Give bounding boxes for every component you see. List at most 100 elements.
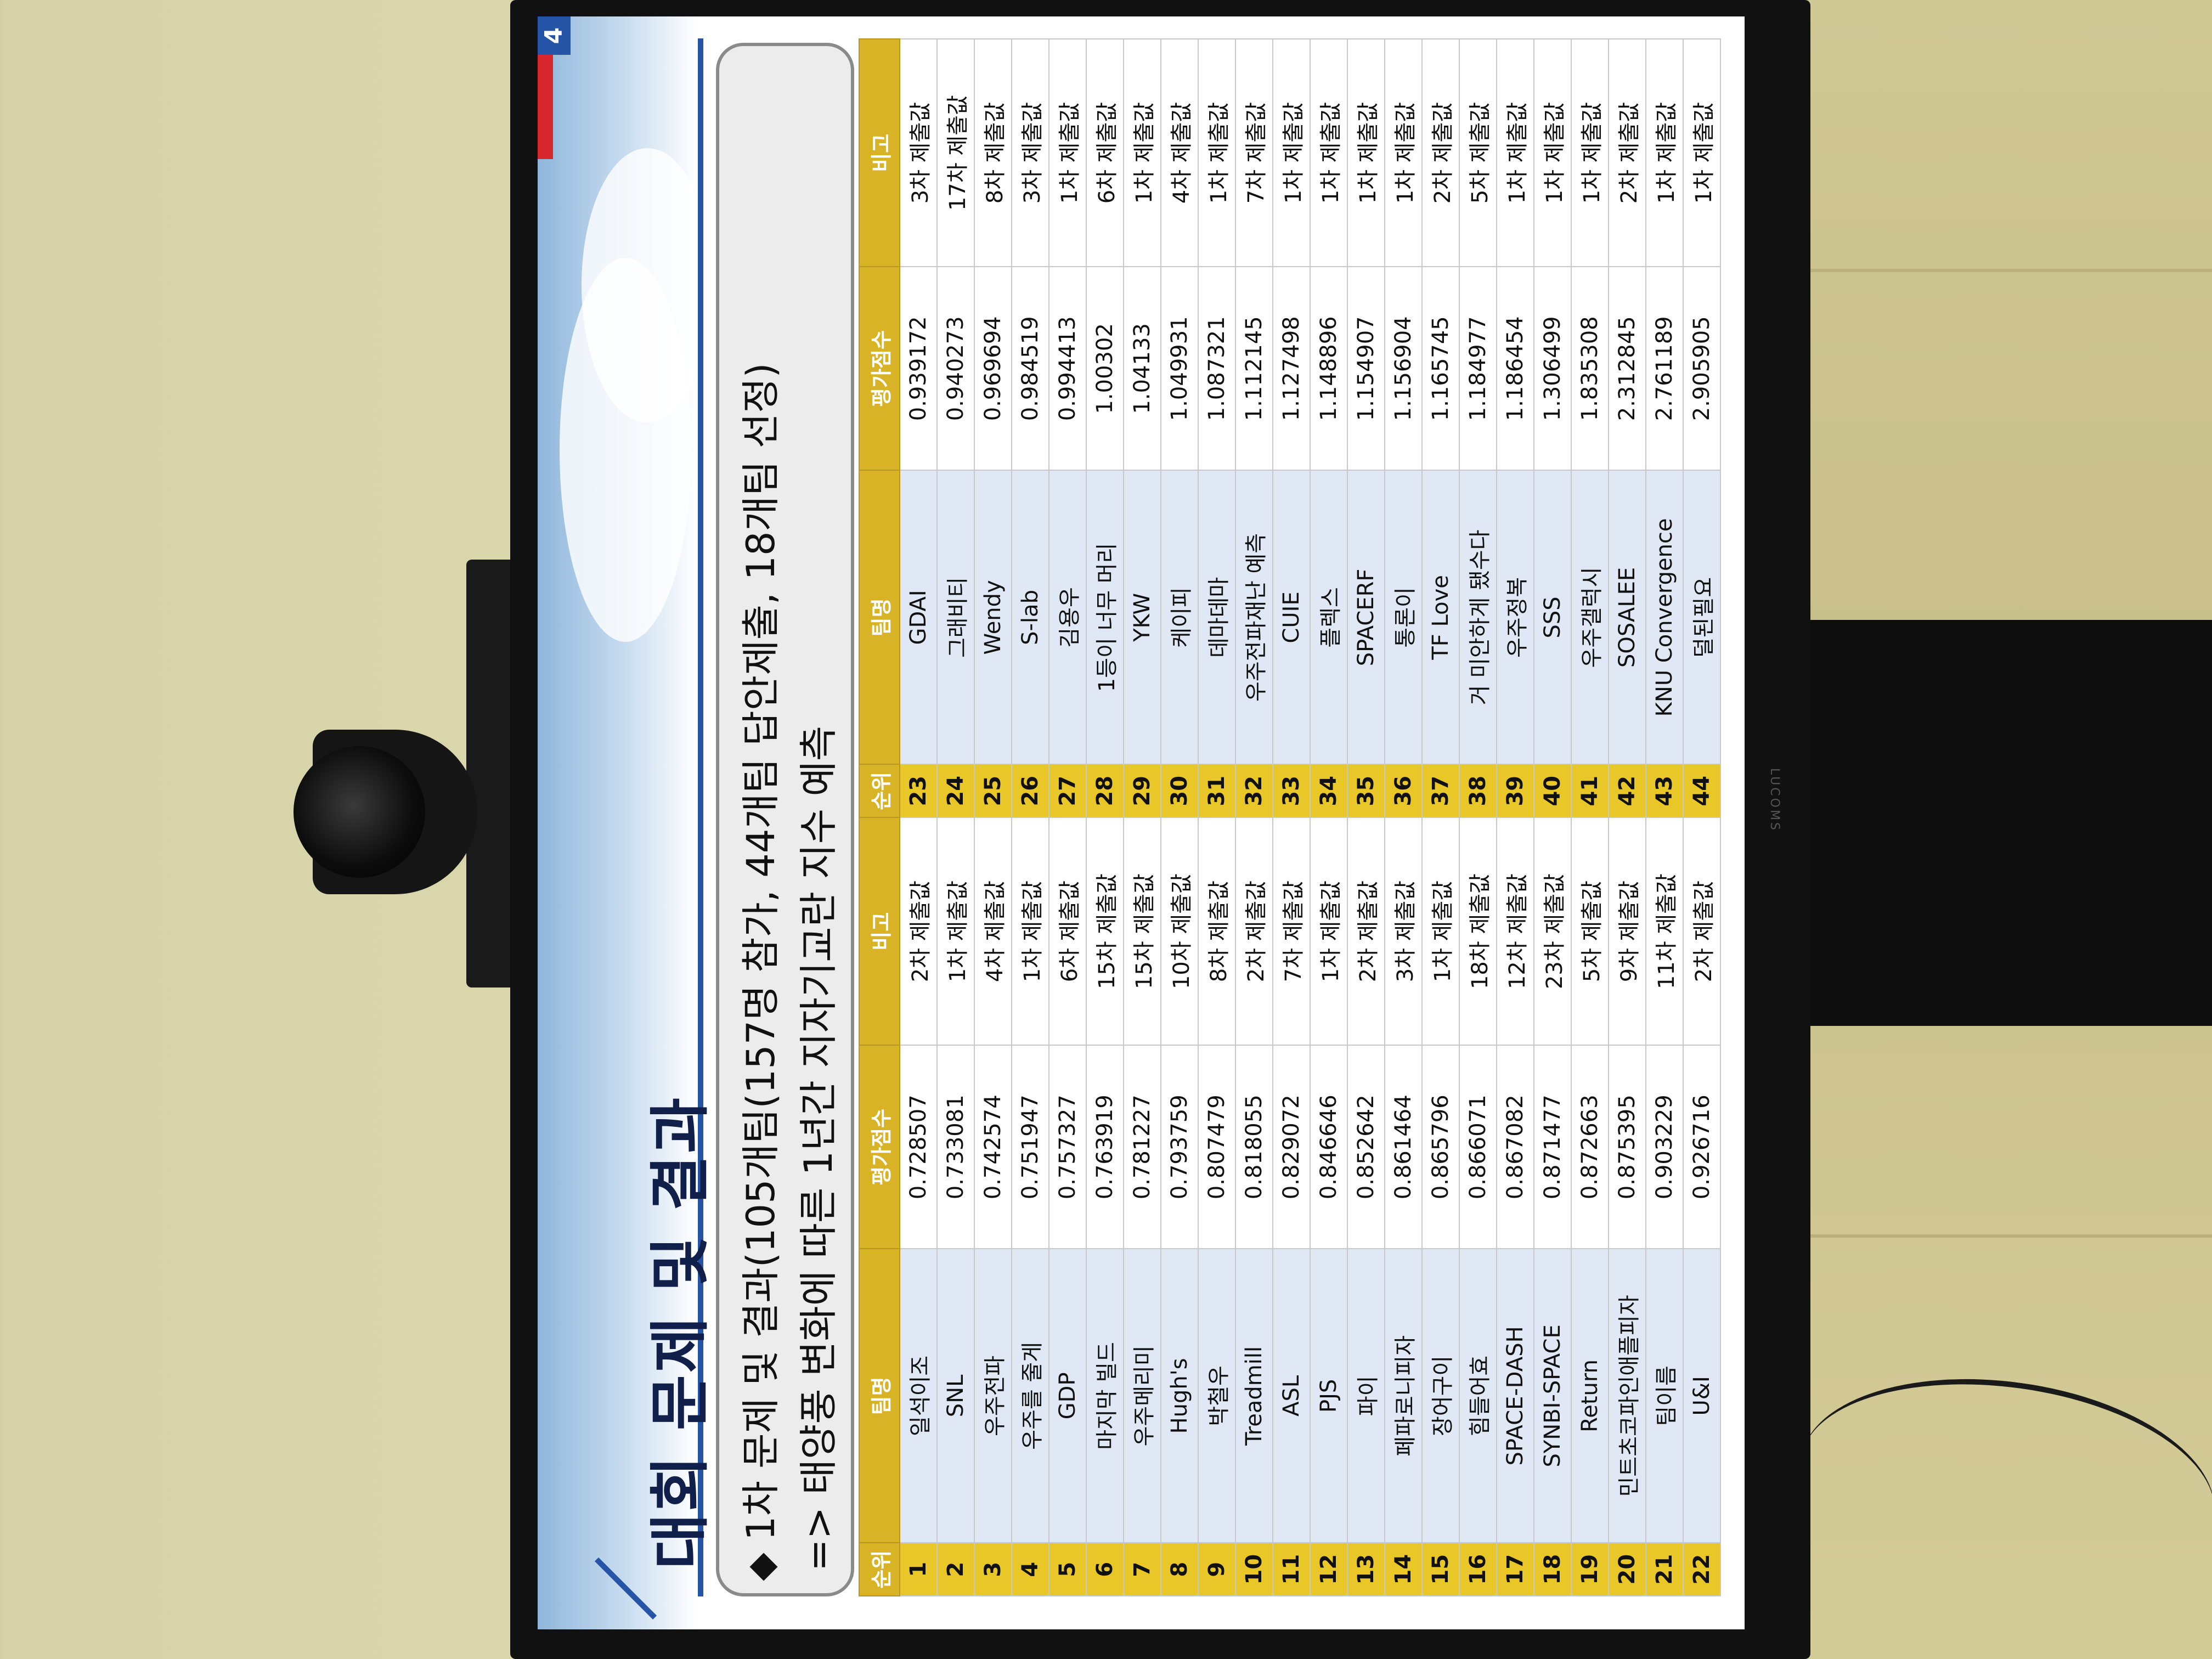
column-header: 평가점수	[859, 267, 900, 471]
note-cell: 2차 제출값	[1235, 817, 1273, 1046]
camera-mount	[466, 560, 516, 988]
column-header: 평가점수	[859, 1045, 900, 1249]
team-name-cell: 일석이조	[900, 1249, 937, 1543]
rank-cell: 32	[1235, 764, 1273, 818]
team-name-cell: Return	[1571, 1249, 1609, 1543]
score-cell: 0.871477	[1534, 1045, 1571, 1249]
team-name-cell: SNL	[937, 1249, 974, 1543]
rank-cell: 43	[1646, 764, 1683, 818]
note-cell: 1차 제출값	[1198, 39, 1235, 267]
score-cell: 0.757327	[1049, 1045, 1086, 1249]
rank-cell: 2	[937, 1543, 974, 1596]
score-cell: 0.867082	[1497, 1045, 1534, 1249]
note-cell: 1차 제출값	[1534, 39, 1571, 267]
wall-dark-panel	[1778, 620, 2212, 1026]
team-name-cell: U&I	[1683, 1249, 1720, 1543]
rank-cell: 39	[1497, 764, 1534, 818]
note-cell: 1차 제출값	[1049, 39, 1086, 267]
team-name-cell: PJS	[1310, 1249, 1347, 1543]
table-row: 3 우주전파 0.742574 4차 제출값 25 Wendy 0.969694 8차 제출값	[974, 39, 1012, 1596]
note-cell: 8차 제출값	[974, 39, 1012, 267]
score-cell: 0.793759	[1161, 1045, 1198, 1249]
team-name-cell: TF Love	[1422, 470, 1459, 765]
note-cell: 1차 제출값	[1646, 39, 1683, 267]
table-row: 20 민트초코파인애플피자 0.875395 9차 제출값 42 SOSALEE 2.312…	[1609, 39, 1646, 1596]
score-cell: 1.154907	[1347, 267, 1385, 471]
summary-line-1: 1차 문제 및 결과(105개팀(157명 참가, 44개팀 답안제출, 18개…	[730, 363, 786, 1581]
score-cell: 1.087321	[1198, 267, 1235, 471]
rank-cell: 15	[1422, 1543, 1459, 1596]
column-header: 비고	[859, 39, 900, 267]
rank-cell: 33	[1273, 764, 1310, 818]
note-cell: 1차 제출값	[1273, 39, 1310, 267]
table-row: 4 우주를 줄게 0.751947 1차 제출값 26 S-lab 0.984519 3차 제…	[1012, 39, 1049, 1596]
note-cell: 1차 제출값	[1571, 39, 1609, 267]
table-header-row: 순위 팀명 평가점수 비고 순위 팀명 평가점수 비고	[859, 39, 900, 1596]
wall-trim	[1778, 1234, 2212, 1238]
team-name-cell: SPACERF	[1347, 470, 1385, 765]
table-row: 11 ASL 0.829072 7차 제출값 33 CUIE 1.127498 1차 제출값	[1273, 39, 1310, 1596]
team-name-cell: SOSALEE	[1609, 470, 1646, 765]
note-cell: 2차 제출값	[900, 817, 937, 1046]
table-row: 1 일석이조 0.728507 2차 제출값 23 GDAI 0.939172 3차 제출값	[900, 39, 937, 1596]
table-row: 15 장어구이 0.865796 1차 제출값 37 TF Love 1.165745 2차 …	[1422, 39, 1459, 1596]
team-name-cell: SSS	[1534, 470, 1571, 765]
rank-cell: 9	[1198, 1543, 1235, 1596]
score-cell: 1.306499	[1534, 267, 1571, 471]
team-name-cell: 우주전파	[974, 1249, 1012, 1543]
team-name-cell: Hugh's	[1161, 1249, 1198, 1543]
note-cell: 10차 제출값	[1161, 817, 1198, 1046]
table-row: 10 Treadmill 0.818055 2차 제출값 32 우주전파재난 예측 1.11…	[1235, 39, 1273, 1596]
score-cell: 1.165745	[1422, 267, 1459, 471]
score-cell: 0.728507	[900, 1045, 937, 1249]
team-name-cell: 1등이 너무 머리	[1086, 470, 1124, 765]
table-row: 19 Return 0.872663 5차 제출값 41 우주갤럭시 1.835308 1차 …	[1571, 39, 1609, 1596]
score-cell: 0.781227	[1124, 1045, 1161, 1249]
note-cell: 6차 제출값	[1049, 817, 1086, 1046]
score-cell: 0.872663	[1571, 1045, 1609, 1249]
team-name-cell: 데마데마	[1198, 470, 1235, 765]
summary-line-2: => 태양풍 변화에 따른 1년간 지자기교란 지수 예측	[796, 725, 841, 1571]
webcam-lens	[294, 746, 425, 878]
team-name-cell: KNU Convergence	[1646, 470, 1683, 765]
table-row: 6 마지막 빌드 0.763919 15차 제출값 28 1등이 너무 머리 1.00302…	[1086, 39, 1124, 1596]
rank-cell: 10	[1235, 1543, 1273, 1596]
tv-brand-logo: LUCOMS	[1768, 768, 1781, 832]
note-cell: 11차 제출값	[1646, 817, 1683, 1046]
score-cell: 0.846646	[1310, 1045, 1347, 1249]
slide-title: 대회 문제 및 결과	[645, 1095, 715, 1569]
team-name-cell: 우주갤럭시	[1571, 470, 1609, 765]
note-cell: 6차 제출값	[1086, 39, 1124, 267]
note-cell: 15차 제출값	[1086, 817, 1124, 1046]
presentation-slide: 4 대회 문제 및 결과 1차 문제 및 결과(105개팀(157명 참가, 4…	[538, 16, 1745, 1629]
table-row: 5 GDP 0.757327 6차 제출값 27 김용우 0.994413 1차 제출값	[1049, 39, 1086, 1596]
score-cell: 1.148896	[1310, 267, 1347, 471]
rank-cell: 23	[900, 764, 937, 818]
team-name-cell: 박철우	[1198, 1249, 1235, 1543]
score-cell: 1.112145	[1235, 267, 1273, 471]
team-name-cell: 케이피	[1161, 470, 1198, 765]
note-cell: 5차 제출값	[1571, 817, 1609, 1046]
team-name-cell: 민트초코파인애플피자	[1609, 1249, 1646, 1543]
note-cell: 1차 제출값	[1310, 817, 1347, 1046]
score-cell: 1.00302	[1086, 267, 1124, 471]
cloud-decoration	[582, 148, 713, 422]
team-name-cell: 그래비티	[937, 470, 974, 765]
score-cell: 0.865796	[1422, 1045, 1459, 1249]
rank-cell: 28	[1086, 764, 1124, 818]
note-cell: 5차 제출값	[1459, 39, 1497, 267]
header-accent-corner	[538, 1596, 703, 1629]
score-cell: 2.312845	[1609, 267, 1646, 471]
note-cell: 1차 제출값	[1497, 39, 1534, 267]
note-cell: 8차 제출값	[1198, 817, 1235, 1046]
score-cell: 0.994413	[1049, 267, 1086, 471]
table-row: 22 U&I 0.926716 2차 제출값 44 덜된필요 2.905905 1차 제출값	[1683, 39, 1720, 1596]
column-header: 비고	[859, 817, 900, 1046]
team-name-cell: 거 미안하게 됐수다	[1459, 470, 1497, 765]
note-cell: 7차 제출값	[1273, 817, 1310, 1046]
score-cell: 0.751947	[1012, 1045, 1049, 1249]
note-cell: 3차 제출값	[900, 39, 937, 267]
score-cell: 0.861464	[1385, 1045, 1422, 1249]
team-name-cell: 마지막 빌드	[1086, 1249, 1124, 1543]
note-cell: 23차 제출값	[1534, 817, 1571, 1046]
